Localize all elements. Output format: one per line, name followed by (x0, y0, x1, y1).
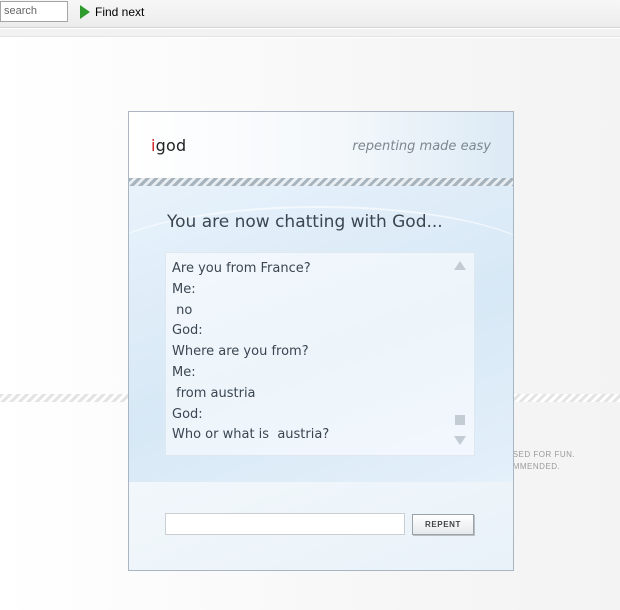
chat-line: from austria (172, 385, 256, 401)
message-input[interactable] (165, 513, 405, 535)
scroll-up-arrow-icon[interactable] (454, 261, 466, 270)
igod-logo: igod (151, 136, 187, 155)
tagline: repenting made easy (352, 139, 491, 154)
chat-line: Are you from France? (172, 261, 311, 276)
find-next-label: Find next (95, 5, 145, 19)
play-arrow-icon (80, 5, 90, 19)
fine-print-line-1: ISED FOR FUN. (510, 450, 576, 459)
chat-heading: You are now chatting with God... (167, 212, 443, 232)
scroll-down-arrow-icon[interactable] (454, 436, 466, 445)
find-next-button[interactable]: Find next (80, 3, 144, 21)
background-fine-print: ISED FOR FUN. IMMENDED. (510, 449, 575, 473)
fine-print-line-2: IMMENDED. (510, 462, 561, 471)
chat-lines: Are you from France? Me: no God: Where are … (172, 259, 452, 446)
chat-line: Me: (172, 281, 196, 297)
scrollbar-thumb[interactable] (455, 415, 465, 425)
dialog-header: igod repenting made easy (129, 112, 513, 178)
chat-line: Who or what is austria? (172, 427, 330, 443)
dialog-body: You are now chatting with God... Are you… (129, 186, 513, 482)
find-bar: search Find next (0, 0, 620, 28)
chat-transcript[interactable]: Are you from France? Me: no God: Where are … (165, 252, 475, 456)
header-stripe-divider (129, 178, 513, 186)
chat-line: God: (172, 406, 203, 422)
chat-line: God: (172, 323, 203, 339)
chat-line: no (172, 302, 193, 318)
dialog-footer: REPENT (129, 482, 513, 570)
chat-dialog: igod repenting made easy You are now cha… (128, 111, 514, 571)
toolbar-separator (0, 29, 620, 37)
chat-line: Me: (172, 364, 196, 380)
chat-line: Where are you from? (172, 344, 309, 360)
repent-button[interactable]: REPENT (412, 514, 474, 535)
search-input[interactable]: search (0, 1, 68, 22)
